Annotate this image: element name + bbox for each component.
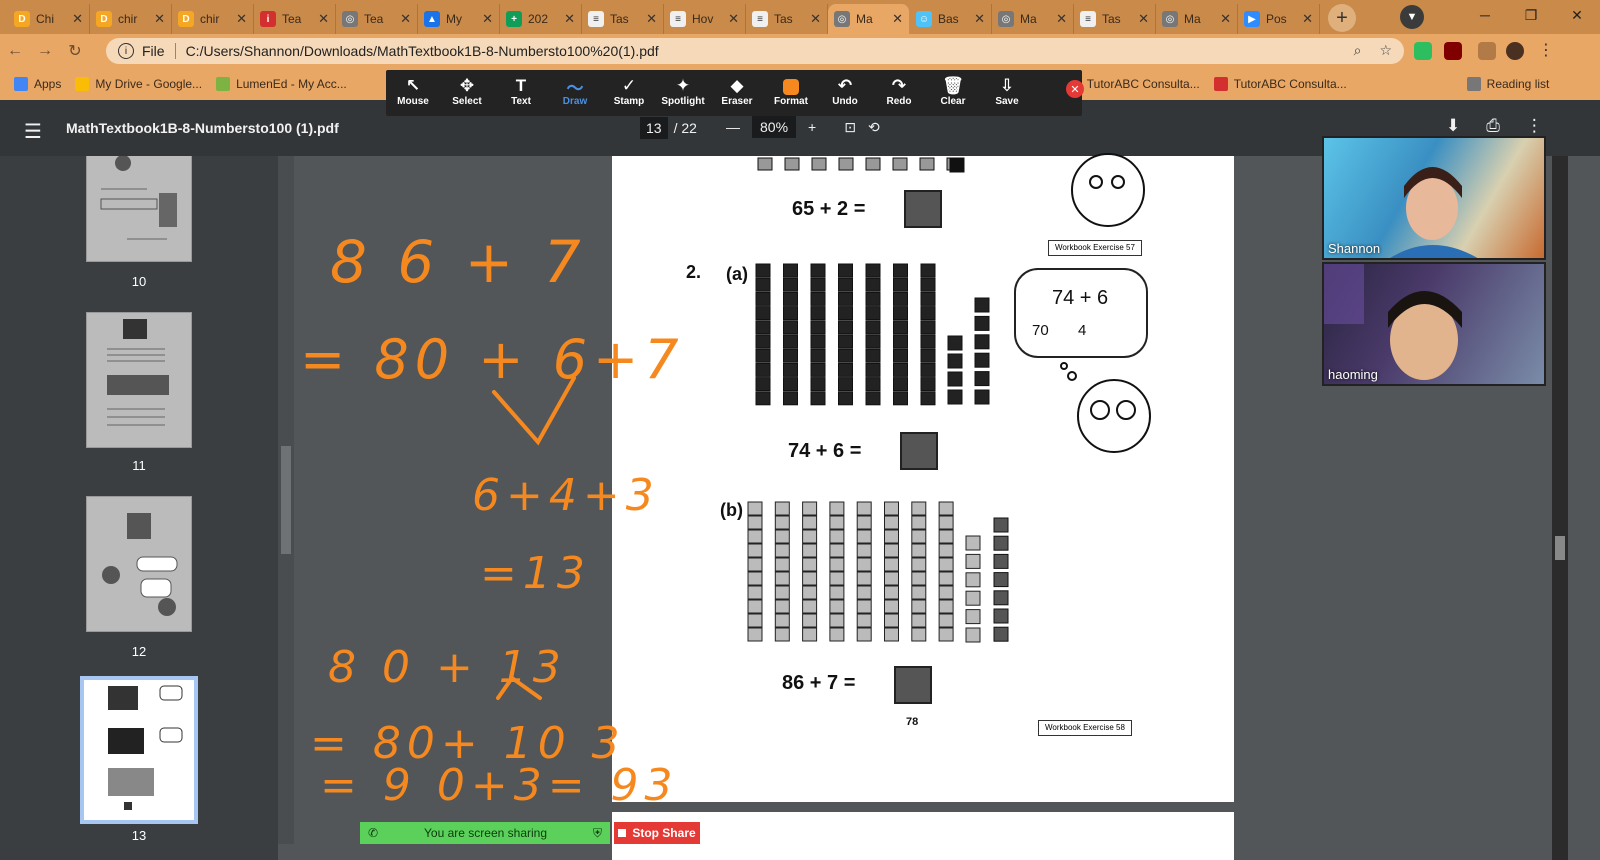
participant-name-haoming: haoming — [1328, 367, 1378, 382]
share-phone-icon: ✆ — [368, 826, 379, 840]
handwritten-line: 6+4+3 — [472, 470, 660, 521]
handwritten-line: =13 — [480, 548, 591, 599]
handwriting-layer: 8 6 + 7= 80 + 6+76+4+3=138 0 + 13= 80+ 1… — [300, 228, 685, 811]
stop-share-button[interactable]: Stop Share — [614, 822, 700, 844]
stop-icon — [618, 829, 627, 837]
video-tile-haoming[interactable]: haoming — [1322, 262, 1546, 386]
share-shield-icon: ⛨ — [592, 825, 602, 840]
share-status-text: You are screen sharing — [424, 826, 548, 840]
participant-name-shannon: Shannon — [1328, 241, 1381, 256]
handwritten-line: = 80 + 6+7 — [300, 328, 685, 391]
screen-share-status[interactable]: ✆ You are screen sharing ⛨ — [360, 822, 610, 844]
handwritten-line: 8 0 + 13 — [328, 642, 567, 693]
handwritten-line: = 9 0+3= 93 — [320, 760, 679, 811]
stop-share-label: Stop Share — [632, 826, 696, 840]
video-tile-shannon[interactable]: Shannon — [1322, 136, 1546, 260]
screen: D Chi ✕ Dchir ✕ Dchir ✕ i Tea ✕ ◎ Tea ✕ ▲ My ✕ +202 ✕ ≡ Tas… — [0, 0, 1600, 860]
handwritten-line: 8 6 + 7 — [330, 228, 587, 296]
